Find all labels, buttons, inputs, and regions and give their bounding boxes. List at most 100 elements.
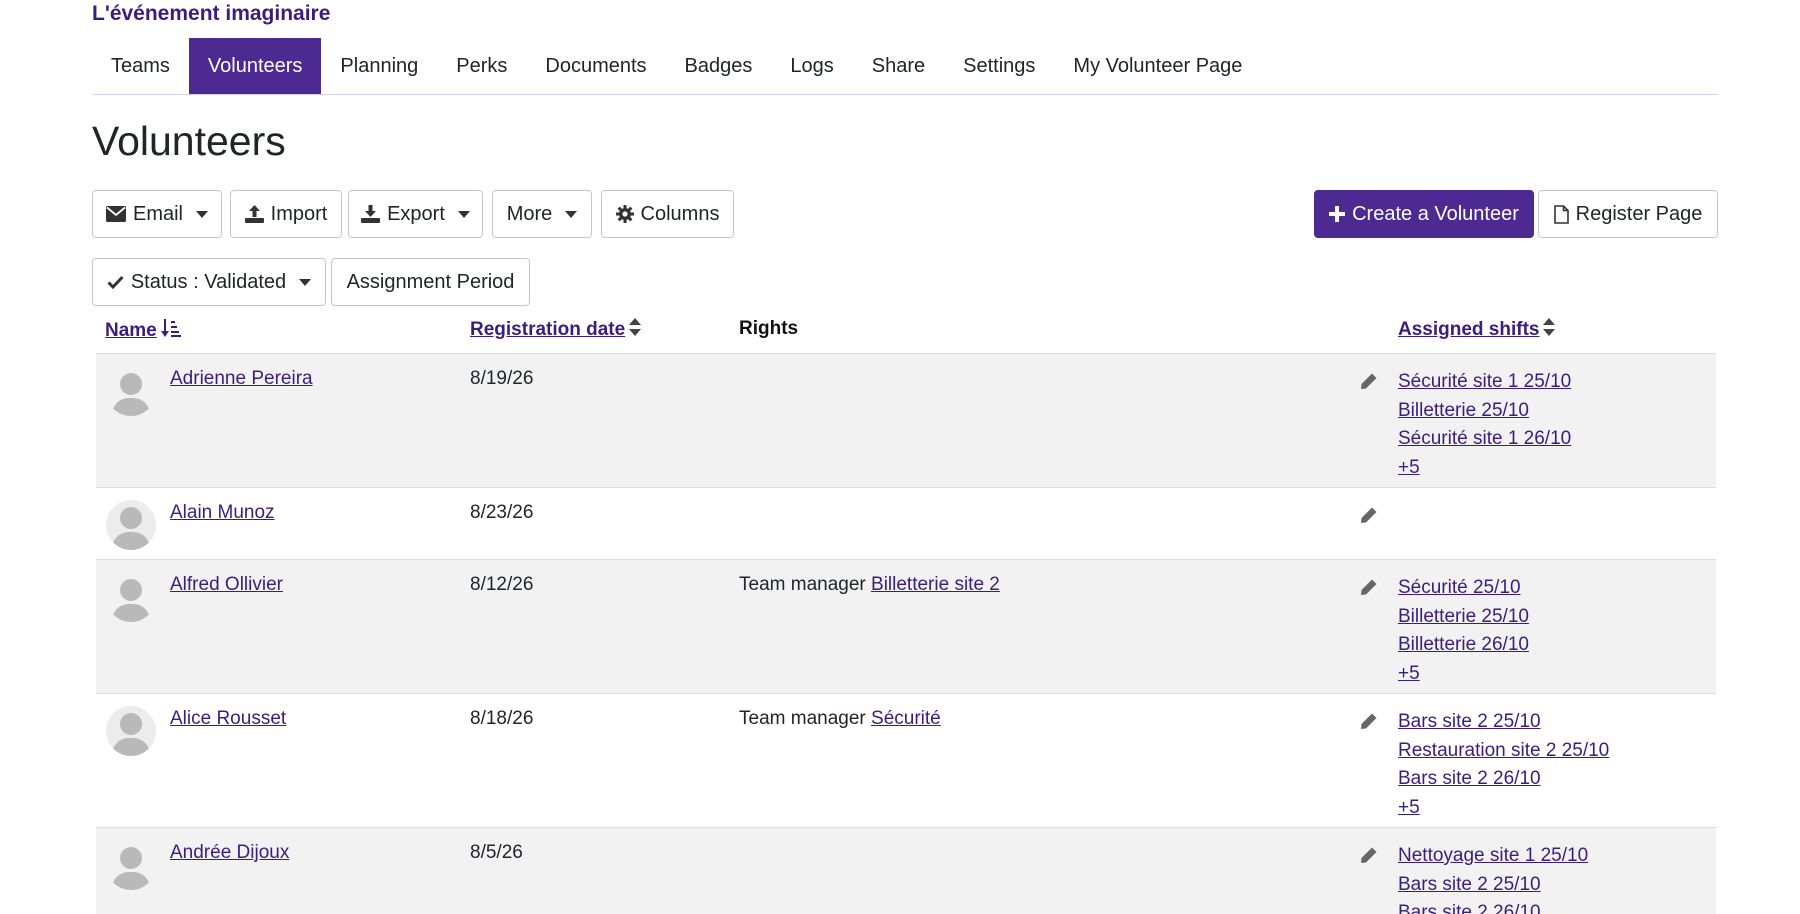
registration-date-column-header[interactable]: Registration date [470,318,642,342]
registration-date: 8/19/26 [470,368,534,389]
plus-icon [1329,206,1346,222]
more-shifts-link[interactable]: +5 [1398,454,1571,483]
pencil-icon[interactable] [1360,578,1380,598]
shift-link[interactable]: Billetterie 26/10 [1398,631,1529,660]
upload-icon [244,205,264,223]
shift-link[interactable]: Bars site 2 25/10 [1398,708,1609,737]
pencil-icon[interactable] [1360,372,1380,392]
status-filter-label: Status : Validated [130,270,287,293]
rights-cell: Team manager Billetterie site 2 [739,574,1000,596]
volunteer-name-link[interactable]: Alfred Ollivier [170,574,283,596]
table-row: Andrée Dijoux 8/5/26 Nettoyage site 1 25… [96,828,1716,914]
rights-team-link[interactable]: Billetterie site 2 [871,574,1000,595]
tab-documents[interactable]: Documents [526,38,665,94]
more-label: More [506,202,553,225]
registration-date: 8/18/26 [470,708,534,729]
pencil-icon[interactable] [1360,712,1380,732]
user-avatar-icon [106,706,156,756]
table-row: Alain Munoz 8/23/26 [96,488,1716,560]
assigned-shifts-list: Sécurité 25/10 Billetterie 25/10 Billett… [1398,574,1529,688]
shift-link[interactable]: Nettoyage site 1 25/10 [1398,842,1588,871]
shift-link[interactable]: Bars site 2 25/10 [1398,871,1588,900]
register-page-button[interactable]: Register Page [1538,190,1718,238]
registration-date: 8/23/26 [470,502,534,523]
pencil-icon[interactable] [1360,846,1380,866]
registration-date: 8/5/26 [470,842,523,863]
columns-label: Columns [640,202,720,225]
export-label: Export [387,202,445,225]
page-title: Volunteers [92,118,286,164]
assigned-shifts-list: Bars site 2 25/10 Restauration site 2 25… [1398,708,1609,822]
export-button[interactable]: Export [348,190,483,238]
sort-icon [1543,318,1556,342]
sort-ascending-icon [160,318,181,344]
email-label: Email [132,202,183,225]
file-icon [1553,204,1569,224]
main-tabs: Teams Volunteers Planning Perks Document… [92,38,1718,95]
tab-teams[interactable]: Teams [92,38,189,94]
table-row: Alice Rousset 8/18/26 Team manager Sécur… [96,694,1716,828]
check-icon [107,275,124,289]
event-title: L'événement imaginaire [92,2,331,25]
assignment-period-label: Assignment Period [346,270,515,293]
rights-team-link[interactable]: Sécurité [871,708,941,729]
import-button[interactable]: Import [230,190,342,238]
more-shifts-link[interactable]: +5 [1398,660,1529,689]
tab-perks[interactable]: Perks [437,38,526,94]
tab-settings[interactable]: Settings [944,38,1054,94]
import-label: Import [270,202,328,225]
name-column-header[interactable]: Name [105,318,181,344]
tab-logs[interactable]: Logs [771,38,852,94]
shift-link[interactable]: Sécurité site 1 25/10 [1398,368,1571,397]
columns-button[interactable]: Columns [601,190,734,238]
create-volunteer-button[interactable]: Create a Volunteer [1314,190,1534,238]
volunteer-name-link[interactable]: Adrienne Pereira [170,368,313,390]
volunteer-name-link[interactable]: Alain Munoz [170,502,275,524]
chevron-down-icon [299,278,312,286]
sort-icon [629,318,642,342]
user-avatar-icon [106,500,156,550]
more-button[interactable]: More [492,190,592,238]
tab-volunteers[interactable]: Volunteers [188,38,322,94]
user-avatar-icon [106,572,156,622]
email-button[interactable]: Email [92,190,222,238]
register-page-label: Register Page [1575,202,1703,225]
registration-date: 8/12/26 [470,574,534,595]
rights-cell: Team manager Sécurité [739,708,941,730]
gear-icon [615,205,634,223]
tab-share[interactable]: Share [853,38,944,94]
shift-link[interactable]: Bars site 2 26/10 [1398,765,1609,794]
volunteer-name-link[interactable]: Andrée Dijoux [170,842,289,864]
shift-link[interactable]: Sécurité 25/10 [1398,574,1529,603]
user-avatar-icon [106,840,156,890]
shift-link[interactable]: Billetterie 25/10 [1398,603,1529,632]
status-filter-button[interactable]: Status : Validated [92,258,326,306]
tab-planning[interactable]: Planning [321,38,437,94]
shift-link[interactable]: Restauration site 2 25/10 [1398,737,1609,766]
name-header-label: Name [105,320,157,341]
assigned-shifts-list: Sécurité site 1 25/10 Billetterie 25/10 … [1398,368,1571,482]
pencil-icon[interactable] [1360,506,1380,526]
rights-role: Team manager [739,574,866,595]
download-icon [361,205,381,223]
assigned-shifts-list: Nettoyage site 1 25/10 Bars site 2 25/10… [1398,842,1588,914]
rights-role: Team manager [739,708,866,729]
volunteer-name-link[interactable]: Alice Rousset [170,708,286,730]
tab-badges[interactable]: Badges [666,38,772,94]
chevron-down-icon [457,210,470,218]
rights-column-header: Rights [739,318,799,339]
table-row: Adrienne Pereira 8/19/26 Sécurité site 1… [96,354,1716,488]
more-shifts-link[interactable]: +5 [1398,794,1609,823]
shift-link[interactable]: Bars site 2 26/10 [1398,899,1588,914]
create-volunteer-label: Create a Volunteer [1352,202,1519,225]
shift-link[interactable]: Billetterie 25/10 [1398,397,1571,426]
assignment-period-button[interactable]: Assignment Period [331,258,530,306]
chevron-down-icon [196,210,208,218]
tab-my-volunteer-page[interactable]: My Volunteer Page [1054,38,1261,94]
chevron-down-icon [565,210,578,218]
shift-link[interactable]: Sécurité site 1 26/10 [1398,425,1571,454]
registration-header-label: Registration date [470,319,626,340]
table-row: Alfred Ollivier 8/12/26 Team manager Bil… [96,560,1716,694]
assigned-shifts-column-header[interactable]: Assigned shifts [1398,318,1556,342]
envelope-icon [105,206,126,222]
